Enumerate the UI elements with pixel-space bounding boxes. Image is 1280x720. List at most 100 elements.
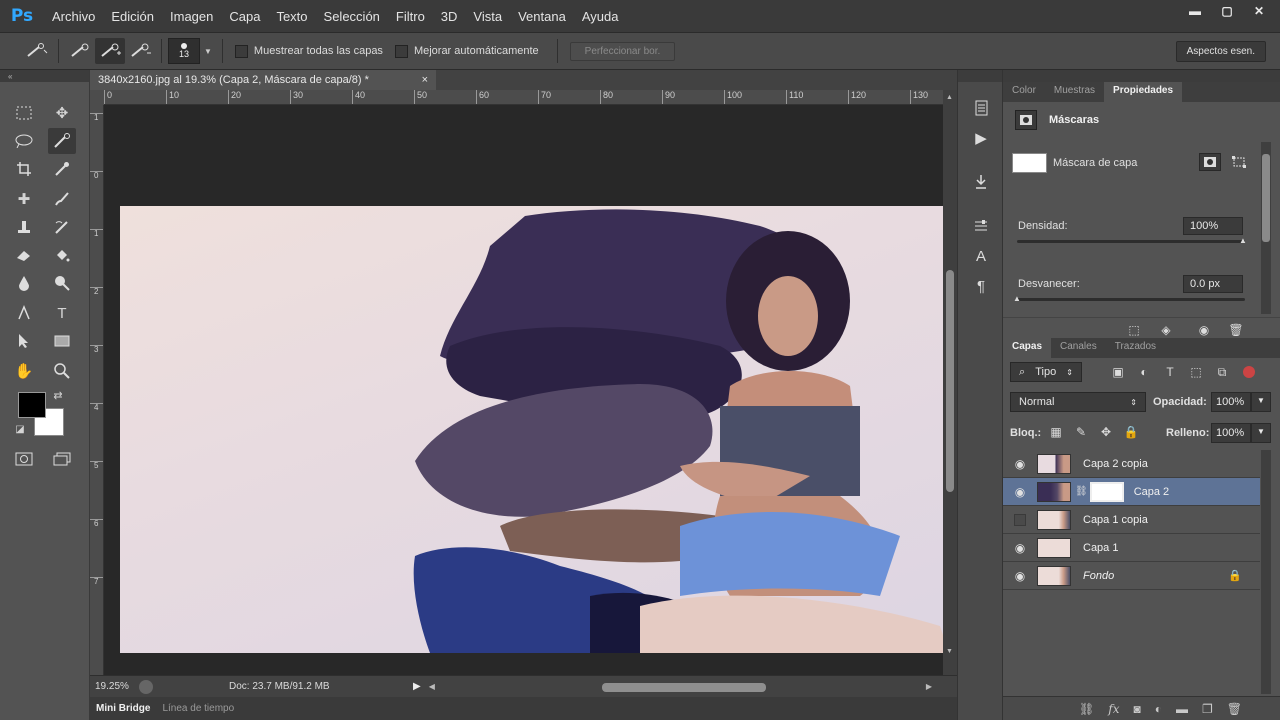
marquee-tool-icon[interactable]: [10, 100, 38, 126]
quick-selection-tool-icon[interactable]: [48, 128, 76, 154]
new-layer-icon[interactable]: ❐: [1202, 702, 1213, 716]
apply-mask-icon[interactable]: ◈: [1155, 321, 1177, 339]
brush-tool-icon[interactable]: [48, 186, 76, 212]
minimize-button[interactable]: ▬: [1186, 3, 1204, 19]
sample-all-layers-checkbox[interactable]: [234, 44, 248, 58]
vector-mask-button[interactable]: [1228, 153, 1250, 171]
filter-adjustment-icon[interactable]: ◐: [1133, 363, 1155, 381]
layers-scrollbar[interactable]: [1261, 450, 1271, 694]
horizontal-ruler[interactable]: 0 10 20 30 40 50 60 70 80 90 100 110 120…: [104, 90, 943, 105]
add-selection-mode-button[interactable]: [95, 38, 125, 64]
add-mask-icon[interactable]: ◙: [1134, 702, 1141, 716]
delete-mask-icon[interactable]: 🗑: [1225, 321, 1247, 339]
default-colors-icon[interactable]: ◪: [12, 422, 28, 436]
properties-scrollbar[interactable]: [1261, 142, 1271, 314]
adjustments-icon[interactable]: [967, 214, 995, 238]
healing-brush-tool-icon[interactable]: ✚: [10, 186, 38, 212]
layer-mask-thumbnail[interactable]: [1089, 481, 1124, 502]
layer-row-capa-2-copia[interactable]: ◉ Capa 2 copia: [1003, 450, 1260, 478]
history-panel-icon[interactable]: [967, 96, 995, 120]
maximize-button[interactable]: ▢: [1218, 3, 1236, 19]
move-tool-icon[interactable]: ✥: [48, 100, 76, 126]
blend-mode-select[interactable]: Normal ⇕: [1010, 392, 1146, 412]
opacity-input[interactable]: 100%: [1211, 392, 1251, 412]
path-selection-tool-icon[interactable]: [10, 328, 38, 354]
link-chain-icon[interactable]: ⛓: [1075, 486, 1088, 497]
menu-ayuda[interactable]: Ayuda: [574, 9, 627, 24]
lock-image-pixels-icon[interactable]: ✎: [1070, 423, 1092, 441]
eraser-tool-icon[interactable]: [10, 242, 38, 268]
menu-capa[interactable]: Capa: [221, 9, 268, 24]
subtract-selection-mode-button[interactable]: [125, 38, 155, 64]
hand-tool-icon[interactable]: ✋: [10, 358, 38, 384]
filter-pixel-icon[interactable]: ▣: [1107, 363, 1129, 381]
new-adjustment-layer-icon[interactable]: ◐: [1155, 702, 1162, 716]
feather-slider-handle[interactable]: ▲: [1013, 294, 1021, 303]
tab-swatches[interactable]: Muestras: [1045, 82, 1104, 102]
menu-ventana[interactable]: Ventana: [510, 9, 574, 24]
eyedropper-tool-icon[interactable]: [48, 156, 76, 182]
horizontal-scroll-thumb[interactable]: [602, 683, 766, 692]
menu-3d[interactable]: 3D: [433, 9, 466, 24]
new-selection-mode-button[interactable]: [65, 38, 95, 64]
layer-style-icon[interactable]: fx: [1108, 702, 1119, 716]
pen-tool-icon[interactable]: [10, 300, 38, 326]
status-menu-arrow-icon[interactable]: ▶: [413, 681, 421, 692]
auto-enhance-checkbox[interactable]: [394, 44, 408, 58]
lock-all-icon[interactable]: 🔒: [1120, 423, 1142, 441]
tab-channels[interactable]: Canales: [1051, 338, 1106, 358]
vertical-ruler[interactable]: 1 0 1 2 3 4 5 6 7: [90, 105, 104, 683]
collapse-icon[interactable]: «: [0, 72, 12, 81]
opacity-dropdown-icon[interactable]: ▼: [1251, 392, 1271, 412]
toggle-mask-visibility-icon[interactable]: ◉: [1193, 321, 1215, 339]
refine-edge-button[interactable]: Perfeccionar bor.: [569, 41, 676, 61]
filter-shape-icon[interactable]: ⬚: [1185, 363, 1207, 381]
visibility-eye-icon[interactable]: ◉: [1003, 569, 1037, 583]
feather-input[interactable]: 0.0 px: [1183, 275, 1243, 293]
close-window-button[interactable]: ✕: [1250, 3, 1268, 19]
delete-layer-icon[interactable]: 🗑: [1227, 702, 1242, 716]
link-layers-icon[interactable]: ⛓: [1079, 702, 1094, 716]
workspace-switcher[interactable]: Aspectos esen.: [1175, 41, 1266, 62]
density-slider[interactable]: [1017, 240, 1245, 243]
lasso-tool-icon[interactable]: [10, 128, 38, 154]
clone-stamp-tool-icon[interactable]: [10, 214, 38, 240]
tab-properties[interactable]: Propiedades: [1104, 82, 1183, 102]
vertical-scrollbar[interactable]: ▲ ▼: [943, 90, 957, 683]
layer-filter-select[interactable]: ⌕ Tipo ⇕: [1010, 362, 1082, 382]
tool-presets-icon[interactable]: [967, 170, 995, 194]
menu-edicion[interactable]: Edición: [103, 9, 162, 24]
chevron-down-icon[interactable]: ▼: [204, 47, 212, 56]
visibility-eye-icon[interactable]: ◉: [1003, 541, 1037, 555]
scroll-left-icon[interactable]: ◀: [429, 682, 435, 691]
filter-type-icon[interactable]: T: [1159, 363, 1181, 381]
fill-input[interactable]: 100%: [1211, 423, 1251, 443]
menu-imagen[interactable]: Imagen: [162, 9, 221, 24]
menu-filtro[interactable]: Filtro: [388, 9, 433, 24]
menu-archivo[interactable]: Archivo: [44, 9, 103, 24]
new-group-icon[interactable]: ▬: [1176, 702, 1188, 716]
layer-row-fondo[interactable]: ◉ Fondo 🔒: [1003, 562, 1260, 590]
visibility-toggle-off[interactable]: [1014, 513, 1026, 526]
dodge-tool-icon[interactable]: [48, 270, 76, 296]
pixel-mask-button[interactable]: [1199, 153, 1221, 171]
document-tab[interactable]: 3840x2160.jpg al 19.3% (Capa 2, Máscara …: [90, 70, 436, 90]
crop-tool-icon[interactable]: [10, 156, 38, 182]
filter-smart-object-icon[interactable]: ⧉: [1211, 363, 1233, 381]
zoom-tool-icon[interactable]: [48, 358, 76, 384]
swap-colors-icon[interactable]: ⇄: [50, 388, 66, 402]
properties-scroll-thumb[interactable]: [1262, 154, 1270, 242]
rectangle-tool-icon[interactable]: [48, 328, 76, 354]
layer-row-capa-2[interactable]: ◉ ⛓ Capa 2: [1003, 478, 1260, 506]
type-tool-icon[interactable]: T: [48, 300, 76, 326]
menu-vista[interactable]: Vista: [465, 9, 510, 24]
ruler-origin[interactable]: [90, 90, 104, 105]
layer-row-capa-1[interactable]: ◉ Capa 1: [1003, 534, 1260, 562]
lock-position-icon[interactable]: ✥: [1095, 423, 1117, 441]
menu-seleccion[interactable]: Selección: [316, 9, 388, 24]
brush-size-picker[interactable]: 13: [168, 38, 200, 64]
paint-bucket-tool-icon[interactable]: [48, 242, 76, 268]
tab-mini-bridge[interactable]: Mini Bridge: [90, 703, 156, 714]
paragraph-panel-icon[interactable]: ¶: [967, 274, 995, 298]
menu-texto[interactable]: Texto: [268, 9, 315, 24]
